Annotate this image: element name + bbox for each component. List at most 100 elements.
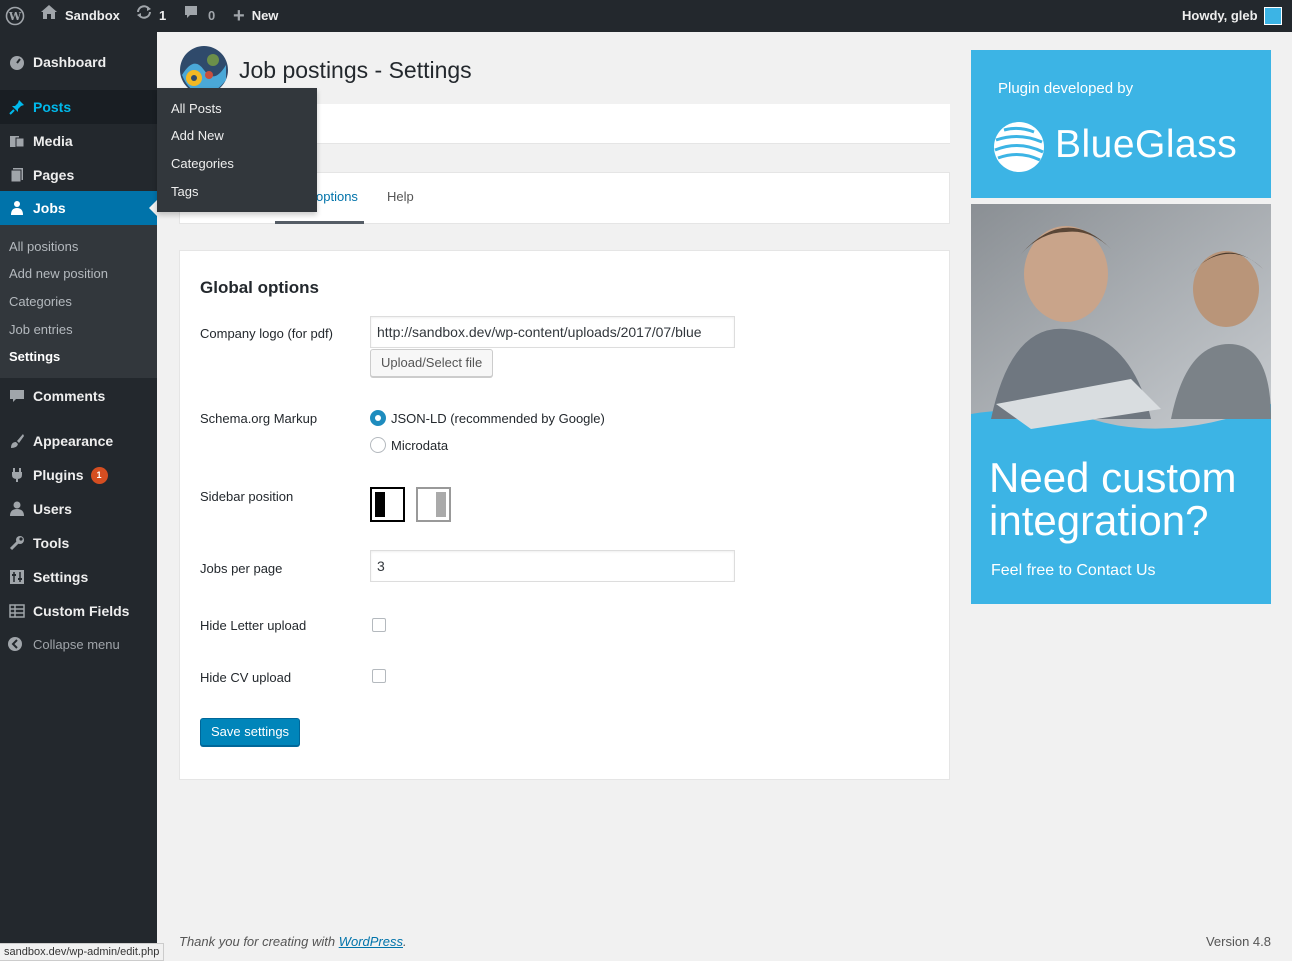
collapse-arrow-icon xyxy=(0,636,30,652)
company-logo-url-field[interactable]: http://sandbox.dev/wp-content/uploads/20… xyxy=(370,316,735,348)
menu-comments[interactable]: Comments xyxy=(0,379,157,413)
menu-jobs[interactable]: Jobs xyxy=(0,191,157,225)
avatar xyxy=(1263,7,1282,25)
admin-menu: Dashboard Posts Media Pages Jobs All pos… xyxy=(0,32,157,961)
ad-headline: Need custom integration? xyxy=(989,456,1236,542)
flyout-add-new[interactable]: Add New xyxy=(171,128,224,143)
menu-tools[interactable]: Tools xyxy=(0,526,157,560)
paintbrush-icon xyxy=(0,433,33,449)
submenu-add-new-position[interactable]: Add new position xyxy=(9,266,108,281)
footer-period: . xyxy=(403,934,407,949)
menu-custom-fields[interactable]: Custom Fields xyxy=(0,594,157,628)
svg-text:W: W xyxy=(8,10,22,23)
settings-form: Global options Company logo (for pdf) ht… xyxy=(179,250,950,780)
wrench-icon xyxy=(0,535,33,551)
admin-bar: W Sandbox 1 0 + New Howdy, gleb xyxy=(0,0,1292,32)
updates-count: 1 xyxy=(159,8,167,23)
submenu-settings[interactable]: Settings xyxy=(9,349,60,364)
upload-select-file-button[interactable]: Upload/Select file xyxy=(370,349,494,377)
sidebar-right-option[interactable] xyxy=(416,487,451,522)
menu-custom-fields-label: Custom Fields xyxy=(33,603,130,619)
menu-media[interactable]: Media xyxy=(0,124,157,158)
json-ld-radio[interactable] xyxy=(370,410,386,426)
save-settings-button[interactable]: Save settings xyxy=(200,718,301,746)
plugins-update-badge: 1 xyxy=(90,466,108,484)
comment-bubble-icon xyxy=(0,388,33,404)
refresh-icon xyxy=(135,0,153,32)
contact-us-link[interactable]: Feel free to Contact Us xyxy=(991,562,1156,580)
active-tab-indicator xyxy=(275,221,364,224)
submenu-categories[interactable]: Categories xyxy=(9,294,72,309)
comments-count: 0 xyxy=(208,8,216,23)
menu-users[interactable]: Users xyxy=(0,492,157,526)
submenu-job-entries[interactable]: Job entries xyxy=(9,322,73,337)
jobs-per-page-label: Jobs per page xyxy=(200,561,283,576)
ad-photo-image xyxy=(971,204,1271,429)
pages-icon xyxy=(0,167,33,183)
tab-options[interactable]: options xyxy=(316,189,358,204)
hide-cv-upload-checkbox[interactable] xyxy=(372,669,386,683)
page-title: Job postings - Settings xyxy=(239,57,472,83)
menu-pages-label: Pages xyxy=(33,167,75,183)
menu-users-label: Users xyxy=(33,501,72,517)
jobs-submenu: All positions Add new position Categorie… xyxy=(0,225,157,378)
menu-settings[interactable]: Settings xyxy=(0,560,157,594)
schema-markup-label: Schema.org Markup xyxy=(200,411,318,426)
wordpress-link[interactable]: WordPress xyxy=(339,934,403,949)
menu-dashboard[interactable]: Dashboard xyxy=(0,45,157,79)
footer-version: Version 4.8 xyxy=(1205,934,1271,949)
menu-pages[interactable]: Pages xyxy=(0,158,157,192)
sidebar-left-option[interactable] xyxy=(370,487,405,522)
menu-comments-label: Comments xyxy=(33,388,106,404)
menu-tools-label: Tools xyxy=(33,535,70,551)
menu-appearance[interactable]: Appearance xyxy=(0,424,157,458)
collapse-menu-button[interactable]: Collapse menu xyxy=(0,629,157,659)
section-title: Global options xyxy=(200,278,319,297)
hide-letter-upload-checkbox[interactable] xyxy=(372,618,386,632)
site-name: Sandbox xyxy=(65,8,120,23)
flyout-all-posts[interactable]: All Posts xyxy=(171,101,222,116)
footer-thanks: Thank you for creating with WordPress. xyxy=(179,934,407,949)
comments-link[interactable]: 0 xyxy=(183,0,215,32)
media-camera-icon xyxy=(0,133,33,149)
my-account-link[interactable]: Howdy, gleb xyxy=(1182,0,1282,32)
hide-cv-upload-label: Hide CV upload xyxy=(200,670,292,685)
menu-posts-label: Posts xyxy=(33,99,72,115)
new-content-link[interactable]: + New xyxy=(233,0,278,32)
sidebar-position-label: Sidebar position xyxy=(200,489,294,504)
collapse-menu-label: Collapse menu xyxy=(33,636,120,652)
custom-integration-ad[interactable]: Need custom integration? Feel free to Co… xyxy=(971,204,1271,604)
menu-plugins-label: Plugins xyxy=(33,467,84,483)
menu-appearance-label: Appearance xyxy=(33,433,114,449)
menu-plugins[interactable]: Plugins 1 xyxy=(0,458,157,492)
menu-jobs-label: Jobs xyxy=(33,200,66,216)
sidebar-left-indicator xyxy=(375,492,385,517)
pushpin-icon xyxy=(0,99,33,115)
ad-headline-line2: integration? xyxy=(989,497,1209,544)
schema-option-microdata[interactable]: Microdata xyxy=(370,437,448,453)
footer-thanks-prefix: Thank you for creating with xyxy=(179,934,339,949)
blueglass-globe-icon xyxy=(994,122,1044,172)
flyout-categories[interactable]: Categories xyxy=(171,156,234,171)
howdy-text: Howdy, gleb xyxy=(1182,8,1258,23)
company-logo-label: Company logo (for pdf) xyxy=(200,326,333,341)
updates-link[interactable]: 1 xyxy=(135,0,166,32)
menu-media-label: Media xyxy=(33,133,73,149)
new-label: New xyxy=(251,8,279,23)
jobs-per-page-field[interactable]: 3 xyxy=(370,550,735,582)
menu-posts[interactable]: Posts xyxy=(0,90,157,124)
tab-help[interactable]: Help xyxy=(387,189,414,204)
wordpress-logo-icon[interactable]: W xyxy=(5,0,25,32)
ad-headline-line1: Need custom xyxy=(989,454,1237,501)
site-name-link[interactable]: Sandbox xyxy=(40,0,120,32)
submenu-all-positions[interactable]: All positions xyxy=(9,239,78,254)
microdata-radio[interactable] xyxy=(370,437,386,453)
json-ld-label: JSON-LD (recommended by Google) xyxy=(391,410,605,426)
blueglass-brand: BlueGlass xyxy=(1055,123,1238,166)
flyout-tags[interactable]: Tags xyxy=(171,184,198,199)
settings-sliders-icon xyxy=(0,569,33,585)
sidebar-right-indicator xyxy=(436,492,446,517)
plugin-developer-banner[interactable]: Plugin developed by BlueGlass xyxy=(971,50,1271,198)
hide-letter-upload-label: Hide Letter upload xyxy=(200,618,307,633)
schema-option-json-ld[interactable]: JSON-LD (recommended by Google) xyxy=(370,410,605,426)
